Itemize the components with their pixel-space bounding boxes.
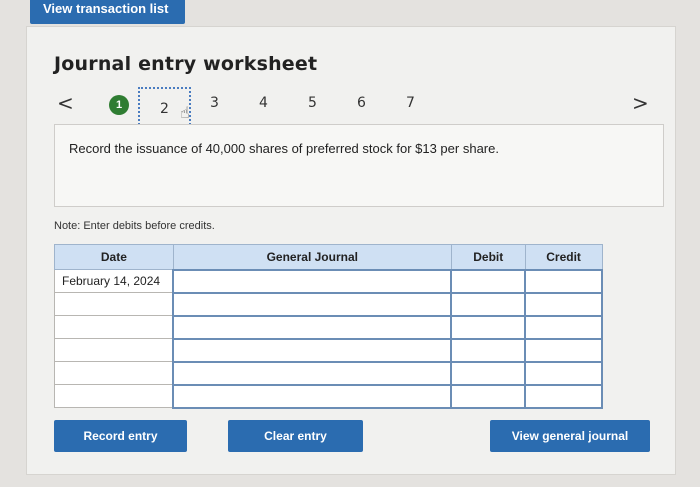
page-title: Journal entry worksheet (54, 53, 318, 75)
hand-pointer-icon: ☝ (180, 105, 190, 122)
date-cell (54, 315, 174, 339)
clear-entry-button[interactable]: Clear entry (228, 420, 363, 452)
table-row (54, 360, 603, 386)
table-row: February 14, 2024 (54, 268, 603, 294)
debit-field[interactable] (450, 383, 527, 409)
account-field[interactable] (172, 268, 453, 294)
view-transaction-list-button[interactable]: View transaction list (30, 0, 185, 24)
header-date: Date (54, 244, 174, 270)
prev-step-arrow-icon[interactable]: < (57, 91, 74, 115)
credit-field[interactable] (524, 268, 603, 294)
debit-field[interactable] (450, 360, 527, 386)
table-row (54, 337, 603, 363)
next-step-arrow-icon[interactable]: > (632, 91, 649, 115)
date-cell (54, 292, 174, 316)
date-cell (54, 338, 174, 362)
header-general-journal: General Journal (172, 244, 452, 270)
step-5[interactable]: 5 (308, 95, 317, 111)
table-row (54, 291, 603, 317)
account-field[interactable] (172, 360, 453, 386)
credit-field[interactable] (524, 337, 603, 363)
header-debit: Debit (450, 244, 526, 270)
header-credit: Credit (524, 244, 603, 270)
debit-credit-note: Note: Enter debits before credits. (54, 220, 215, 232)
step-6[interactable]: 6 (357, 95, 366, 111)
date-cell (54, 384, 174, 408)
transaction-prompt-box: Record the issuance of 40,000 shares of … (54, 124, 664, 207)
worksheet-panel: Journal entry worksheet < 1 2 ☝ 3 4 5 6 … (26, 26, 676, 475)
table-row (54, 383, 603, 409)
account-field[interactable] (172, 291, 453, 317)
journal-table: Date General Journal Debit Credit Februa… (54, 244, 603, 409)
debit-field[interactable] (450, 268, 527, 294)
debit-field[interactable] (450, 337, 527, 363)
step-1-completed[interactable]: 1 (109, 95, 129, 115)
credit-field[interactable] (524, 360, 603, 386)
date-cell: February 14, 2024 (54, 269, 174, 293)
table-row (54, 314, 603, 340)
account-field[interactable] (172, 383, 453, 409)
step-7[interactable]: 7 (406, 95, 415, 111)
step-4[interactable]: 4 (259, 95, 268, 111)
debit-field[interactable] (450, 314, 527, 340)
credit-field[interactable] (524, 383, 603, 409)
record-entry-button[interactable]: Record entry (54, 420, 187, 452)
view-general-journal-button[interactable]: View general journal (490, 420, 650, 452)
transaction-prompt: Record the issuance of 40,000 shares of … (69, 141, 499, 156)
credit-field[interactable] (524, 314, 603, 340)
date-cell (54, 361, 174, 385)
account-field[interactable] (172, 337, 453, 363)
debit-field[interactable] (450, 291, 527, 317)
account-field[interactable] (172, 314, 453, 340)
step-3[interactable]: 3 (210, 95, 219, 111)
table-header-row: Date General Journal Debit Credit (54, 244, 603, 270)
credit-field[interactable] (524, 291, 603, 317)
